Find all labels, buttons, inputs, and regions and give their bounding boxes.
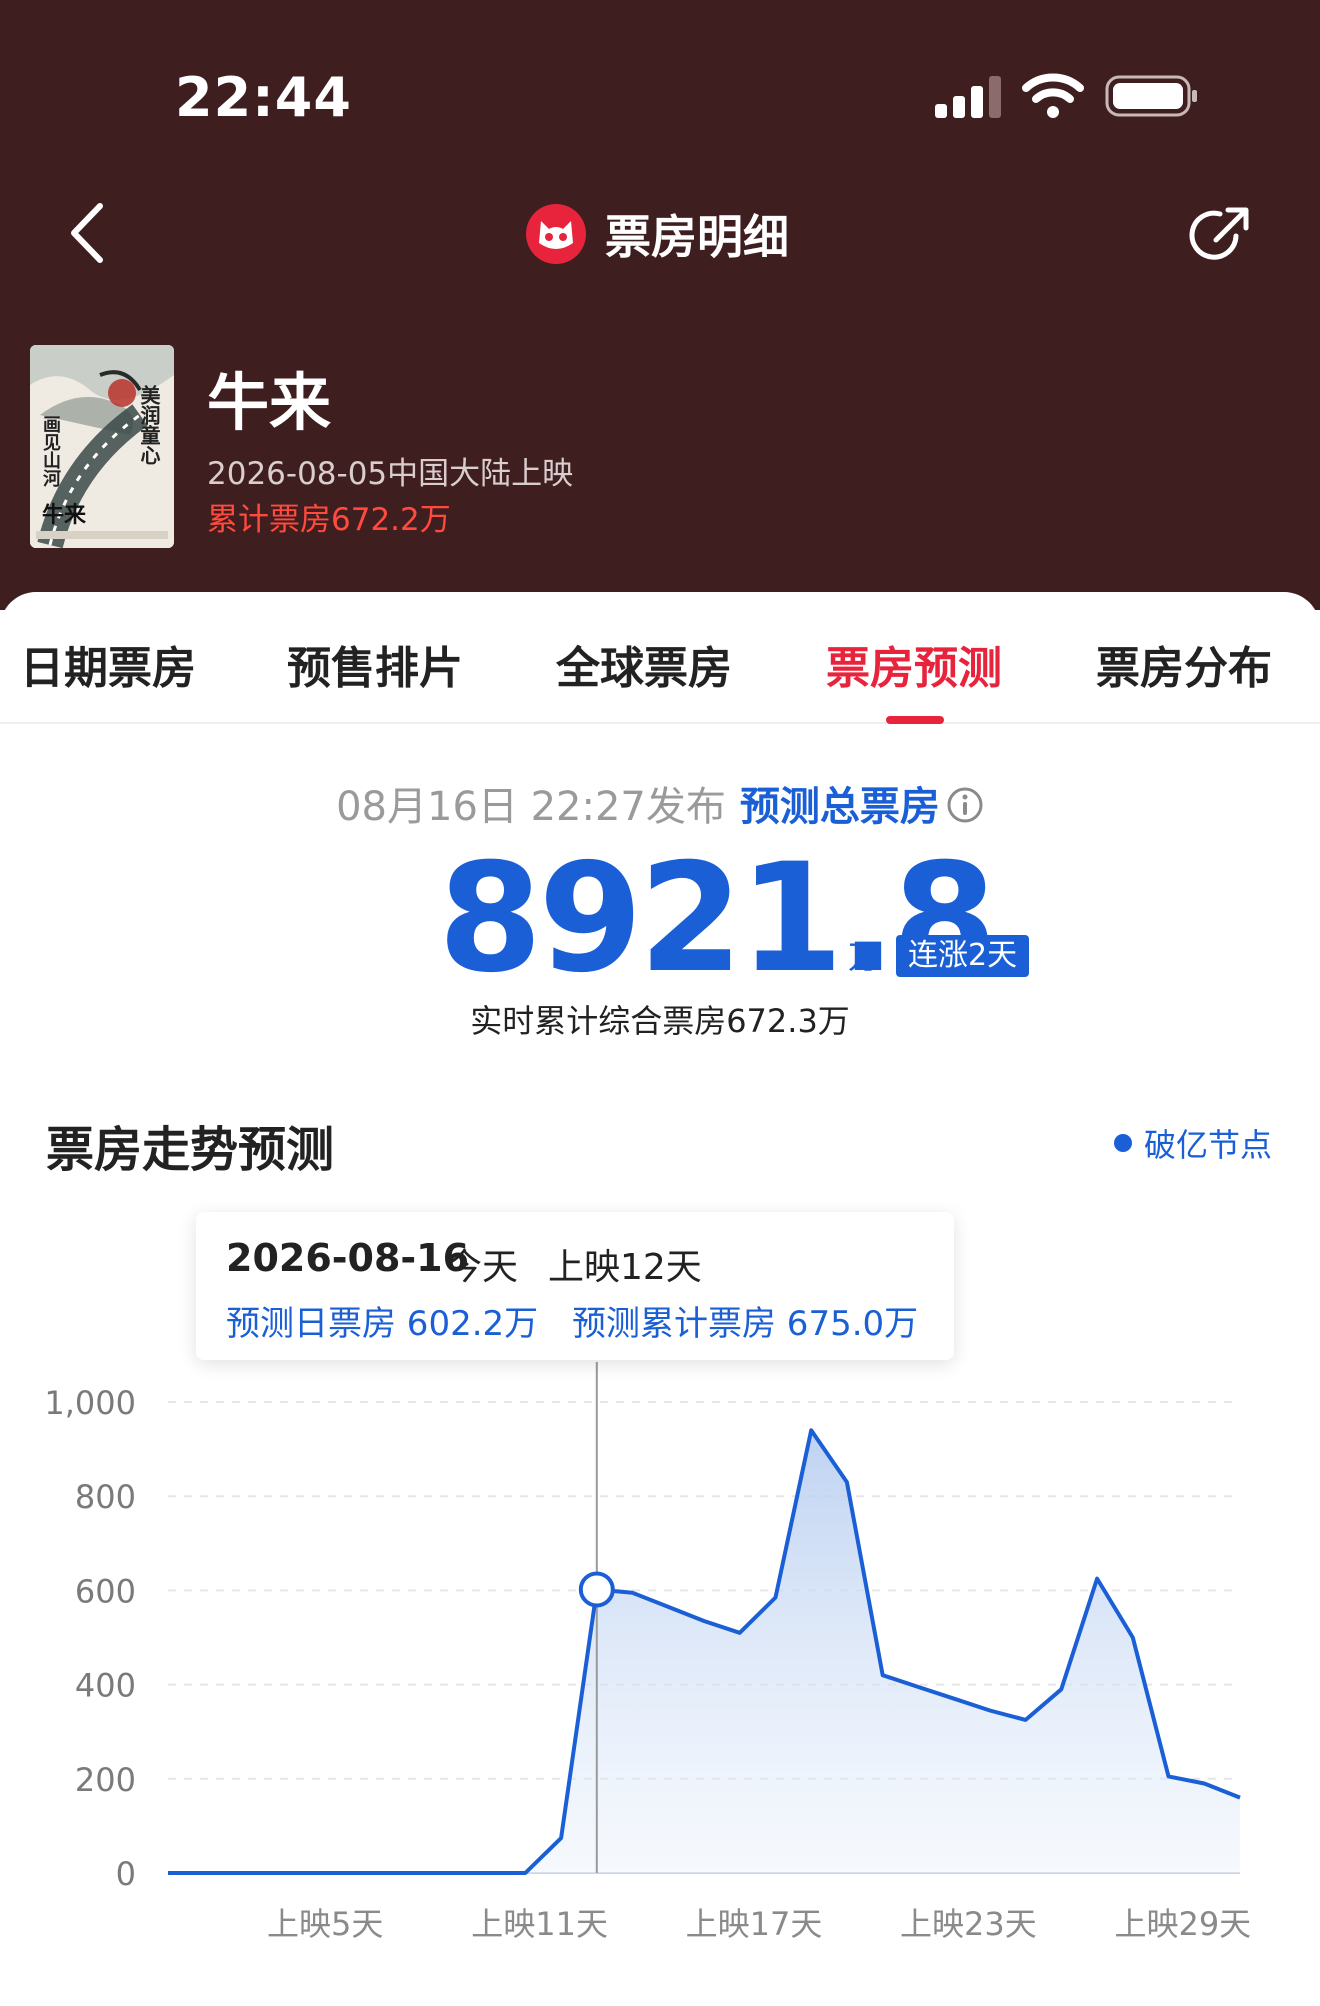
data-point[interactable] bbox=[379, 1870, 385, 1876]
chart-tooltip: 2026-08-16 今天 上映12天 预测日票房 602.2万 预测累计票房 … bbox=[196, 1212, 954, 1360]
x-tick-label: 上映17天 bbox=[686, 1905, 823, 1943]
data-point[interactable] bbox=[522, 1870, 528, 1876]
tooltip-daily-forecast: 预测日票房 602.2万 bbox=[226, 1304, 539, 1344]
y-tick-label: 200 bbox=[75, 1761, 136, 1799]
data-point[interactable] bbox=[844, 1479, 850, 1485]
y-tick-label: 400 bbox=[75, 1667, 136, 1705]
x-tick-label: 上映11天 bbox=[471, 1905, 608, 1943]
x-tick-label: 上映29天 bbox=[1114, 1905, 1251, 1943]
data-point[interactable] bbox=[1166, 1773, 1172, 1779]
tooltip-today: 今天 bbox=[446, 1247, 519, 1288]
trend-chart[interactable]: 0 200 400 600 800 1,000 上映5天 上映11天 上映17天 上映23天 上映… bbox=[0, 0, 1320, 2006]
data-point[interactable] bbox=[308, 1870, 314, 1876]
data-point[interactable] bbox=[1094, 1576, 1100, 1582]
y-tick-label: 800 bbox=[75, 1478, 136, 1516]
data-point[interactable] bbox=[630, 1590, 636, 1596]
data-point[interactable] bbox=[1237, 1795, 1243, 1801]
data-point[interactable] bbox=[701, 1618, 707, 1624]
data-point[interactable] bbox=[880, 1672, 886, 1678]
tooltip-date: 2026-08-16 bbox=[226, 1236, 470, 1280]
data-point[interactable] bbox=[1023, 1717, 1029, 1723]
data-point[interactable] bbox=[415, 1870, 421, 1876]
y-tick-label: 0 bbox=[116, 1855, 136, 1893]
data-point[interactable] bbox=[1058, 1686, 1064, 1692]
data-point[interactable] bbox=[201, 1870, 207, 1876]
data-point[interactable] bbox=[915, 1684, 921, 1690]
y-tick-label: 600 bbox=[75, 1572, 136, 1610]
data-point[interactable] bbox=[236, 1870, 242, 1876]
x-tick-label: 上映23天 bbox=[900, 1905, 1037, 1943]
highlighted-point[interactable] bbox=[578, 1571, 615, 1608]
data-point[interactable] bbox=[737, 1630, 743, 1636]
x-tick-label: 上映5天 bbox=[267, 1905, 383, 1943]
data-point[interactable] bbox=[808, 1427, 814, 1433]
data-point[interactable] bbox=[344, 1870, 350, 1876]
data-point[interactable] bbox=[987, 1708, 993, 1714]
data-point[interactable] bbox=[558, 1835, 564, 1841]
data-point[interactable] bbox=[165, 1870, 171, 1876]
data-point[interactable] bbox=[272, 1870, 278, 1876]
data-point[interactable] bbox=[665, 1604, 671, 1610]
data-point[interactable] bbox=[772, 1594, 778, 1600]
data-point[interactable] bbox=[1201, 1781, 1207, 1787]
tooltip-cumulative-forecast: 预测累计票房 675.0万 bbox=[572, 1304, 919, 1344]
data-point[interactable] bbox=[951, 1696, 957, 1702]
y-tick-label: 1,000 bbox=[44, 1384, 136, 1422]
data-point[interactable] bbox=[487, 1870, 493, 1876]
data-point[interactable] bbox=[1130, 1635, 1136, 1641]
tooltip-days: 上映12天 bbox=[548, 1247, 702, 1288]
data-point[interactable] bbox=[451, 1870, 457, 1876]
